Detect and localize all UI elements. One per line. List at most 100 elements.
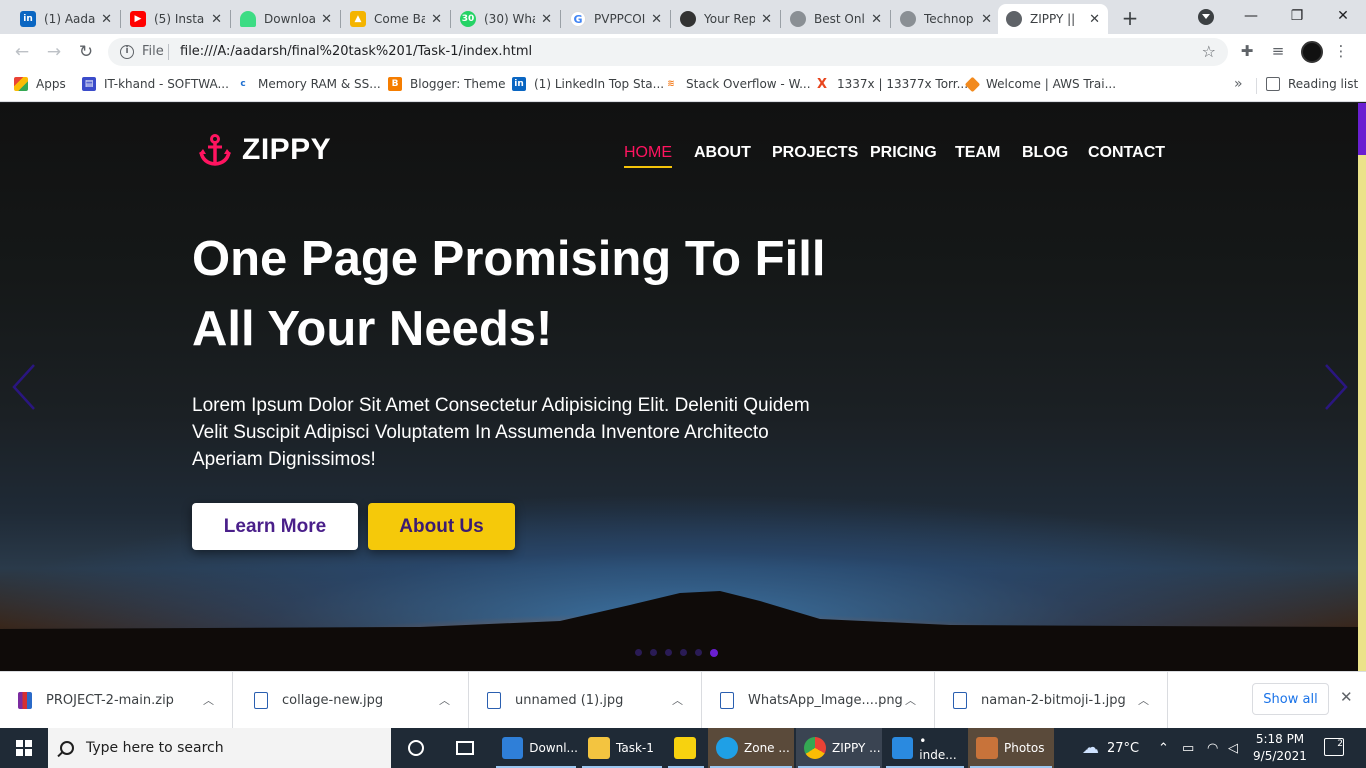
browser-tab-8[interactable]: Best Onl ✕ <box>782 4 890 34</box>
slider-dot-6-active[interactable] <box>710 648 718 657</box>
browser-tab-1[interactable]: in (1) Aada ✕ <box>12 4 120 34</box>
more-bookmarks-icon[interactable]: » <box>1234 76 1243 92</box>
taskbar-search-box[interactable]: Type here to search <box>48 728 391 768</box>
bookmark-1337x[interactable]: X 1337x | 13377x Torr... <box>815 77 968 92</box>
browser-tab-4[interactable]: ▲ Come Ba ✕ <box>342 4 450 34</box>
reload-button[interactable]: ↻ <box>74 40 98 64</box>
taskbar-app-task1[interactable]: Task-1 <box>580 728 664 768</box>
taskbar-app-edge[interactable]: Zone ... <box>708 728 794 768</box>
task-view-button[interactable] <box>448 728 480 768</box>
address-bar[interactable]: i File file:///A:/aadarsh/final%20task%2… <box>108 38 1228 66</box>
download-item[interactable]: PROJECT-2-main.zip ︿ <box>0 672 233 729</box>
info-icon[interactable]: i <box>120 45 134 59</box>
weather-widget[interactable]: ☁ 27°C <box>1082 728 1139 768</box>
tab-search-icon[interactable] <box>1198 9 1214 25</box>
close-shelf-icon[interactable]: ✕ <box>1340 688 1353 706</box>
bookmark-aws[interactable]: Welcome | AWS Trai... <box>964 76 1116 92</box>
close-icon[interactable]: ✕ <box>431 12 442 27</box>
browser-tab-3[interactable]: Downloa ✕ <box>232 4 340 34</box>
taskbar-app-player[interactable] <box>666 728 706 768</box>
page-scrollbar-track[interactable] <box>1358 103 1366 671</box>
show-all-downloads-button[interactable]: Show all <box>1252 683 1329 715</box>
browser-tab-6[interactable]: G PVPPCOI ✕ <box>562 4 670 34</box>
download-item[interactable]: collage-new.jpg ︿ <box>236 672 469 729</box>
bookmark-star-icon[interactable]: ☆ <box>1202 42 1216 61</box>
slider-next-arrow-icon[interactable] <box>1320 362 1350 412</box>
start-button[interactable] <box>0 728 48 768</box>
itkhand-icon: ▤ <box>82 77 96 91</box>
profile-avatar[interactable] <box>1301 41 1323 63</box>
learn-more-button[interactable]: Learn More <box>192 503 358 550</box>
forward-button[interactable]: → <box>42 40 66 64</box>
about-us-button[interactable]: About Us <box>368 503 515 550</box>
chevron-up-icon[interactable]: ︿ <box>672 692 683 708</box>
linkedin-icon: in <box>20 11 36 27</box>
notification-center-icon[interactable]: 2 <box>1324 738 1344 756</box>
bookmark-crucial[interactable]: c Memory RAM & SS... <box>236 77 381 91</box>
chevron-up-icon[interactable]: ︿ <box>203 692 214 708</box>
volume-icon[interactable]: ◁ <box>1228 728 1238 768</box>
close-icon[interactable]: ✕ <box>871 12 882 27</box>
download-item[interactable]: unnamed (1).jpg ︿ <box>469 672 702 729</box>
minimize-button[interactable]: — <box>1228 0 1274 32</box>
bookmark-linkedin[interactable]: in (1) LinkedIn Top Sta... <box>512 77 664 91</box>
nav-about[interactable]: ABOUT <box>694 144 751 162</box>
browser-tab-9[interactable]: Technop ✕ <box>892 4 1000 34</box>
nav-pricing[interactable]: PRICING <box>870 144 937 162</box>
slider-dot-2[interactable] <box>650 649 657 656</box>
page-scrollbar-thumb[interactable] <box>1358 103 1366 155</box>
tray-chevron-up-icon[interactable]: ⌃ <box>1158 728 1169 768</box>
slider-dot-4[interactable] <box>680 649 687 656</box>
taskbar-app-downloads[interactable]: Downl... <box>494 728 578 768</box>
close-icon[interactable]: ✕ <box>651 12 662 27</box>
media-queue-icon[interactable]: ≡ <box>1268 41 1288 61</box>
close-icon[interactable]: ✕ <box>541 12 552 27</box>
download-item[interactable]: WhatsApp_Image....png ︿ <box>702 672 935 729</box>
nav-contact[interactable]: CONTACT <box>1088 144 1165 162</box>
chevron-up-icon[interactable]: ︿ <box>905 692 916 708</box>
nav-home[interactable]: HOME <box>624 144 672 168</box>
slider-prev-arrow-icon[interactable] <box>10 362 40 412</box>
bookmark-blogger[interactable]: B Blogger: Theme <box>388 77 506 91</box>
chevron-up-icon[interactable]: ︿ <box>439 692 450 708</box>
url-text[interactable]: file:///A:/aadarsh/final%20task%201/Task… <box>180 44 532 59</box>
close-icon[interactable]: ✕ <box>211 12 222 27</box>
hero-headline-line-2: All Your Needs! <box>192 302 553 356</box>
extensions-icon[interactable]: ✚ <box>1237 41 1257 61</box>
nav-projects[interactable]: PROJECTS <box>772 144 858 162</box>
nav-blog[interactable]: BLOG <box>1022 144 1068 162</box>
close-icon[interactable]: ✕ <box>1089 12 1100 27</box>
close-icon[interactable]: ✕ <box>321 12 332 27</box>
taskbar-app-chrome[interactable]: ZIPPY ... <box>796 728 882 768</box>
restore-button[interactable]: ❐ <box>1274 0 1320 32</box>
close-icon[interactable]: ✕ <box>981 12 992 27</box>
browser-tab-5[interactable]: 30 (30) Wha ✕ <box>452 4 560 34</box>
taskbar-app-vscode[interactable]: • inde... <box>884 728 966 768</box>
back-button[interactable]: ← <box>10 40 34 64</box>
browser-tab-strip: in (1) Aada ✕ ▶ (5) Instal ✕ Downloa ✕ ▲… <box>0 0 1366 34</box>
bookmark-stackoverflow[interactable]: ≋ Stack Overflow - W... <box>664 77 811 91</box>
menu-kebab-icon[interactable]: ⋮ <box>1331 41 1351 61</box>
close-icon[interactable]: ✕ <box>101 12 112 27</box>
bookmark-apps[interactable]: Apps <box>14 77 66 91</box>
new-tab-button[interactable]: + <box>1118 6 1142 30</box>
cortana-button[interactable] <box>400 728 432 768</box>
wifi-icon[interactable]: ◠ <box>1207 728 1218 768</box>
slider-dot-5[interactable] <box>695 649 702 656</box>
battery-icon[interactable]: ▭ <box>1182 728 1194 768</box>
window-close-button[interactable]: ✕ <box>1320 0 1366 32</box>
chevron-up-icon[interactable]: ︿ <box>1138 692 1149 708</box>
system-clock[interactable]: 5:18 PM 9/5/2021 <box>1250 731 1310 765</box>
close-icon[interactable]: ✕ <box>761 12 772 27</box>
slider-dot-3[interactable] <box>665 649 672 656</box>
download-item[interactable]: naman-2-bitmoji-1.jpg ︿ <box>935 672 1168 729</box>
bookmark-itkhand[interactable]: ▤ IT-khand - SOFTWA... <box>82 77 229 91</box>
browser-tab-active[interactable]: ZIPPY || ✕ <box>998 4 1108 34</box>
browser-tab-2[interactable]: ▶ (5) Instal ✕ <box>122 4 230 34</box>
site-logo[interactable]: ZIPPY <box>198 133 331 167</box>
nav-team[interactable]: TEAM <box>955 144 1000 162</box>
slider-dot-1[interactable] <box>635 649 642 656</box>
browser-tab-7[interactable]: Your Rep ✕ <box>672 4 780 34</box>
taskbar-app-photos[interactable]: Photos <box>968 728 1054 768</box>
reading-list-button[interactable]: Reading list <box>1266 77 1358 91</box>
